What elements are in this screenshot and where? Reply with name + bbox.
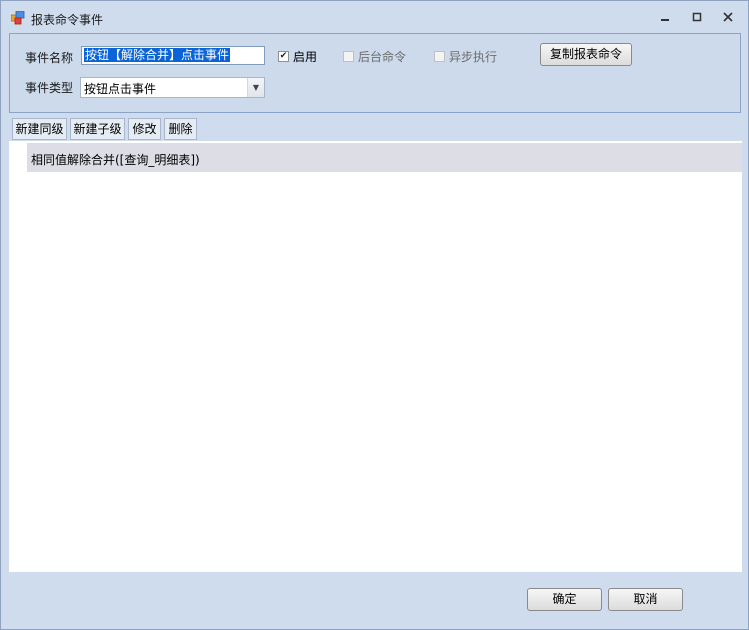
list-item[interactable]: 相同值解除合并([查询_明细表]) xyxy=(27,143,742,172)
minimize-icon xyxy=(661,19,669,21)
checkmark-icon: ✔ xyxy=(278,51,289,62)
ok-button[interactable]: 确定 xyxy=(527,588,602,611)
enabled-checkbox[interactable]: ✔ 启用 xyxy=(278,48,317,65)
event-type-select[interactable]: 按钮点击事件 ▼ xyxy=(80,77,265,98)
close-icon xyxy=(723,12,733,22)
maximize-icon xyxy=(692,12,702,22)
maximize-button[interactable] xyxy=(688,11,706,25)
list-item-label: 相同值解除合并([查询_明细表]) xyxy=(31,153,200,167)
minimize-button[interactable] xyxy=(656,11,674,25)
title-bar[interactable]: 报表命令事件 xyxy=(1,1,748,35)
dialog-window: 报表命令事件 事件名称 按钮【解除合并】点击事件 ✔ 启用 后台命令 异步执行 … xyxy=(0,0,749,630)
dialog-footer: 确定 取消 xyxy=(9,572,742,628)
event-settings-panel: 事件名称 按钮【解除合并】点击事件 ✔ 启用 后台命令 异步执行 复制报表命令 … xyxy=(9,33,741,113)
enabled-label: 启用 xyxy=(293,50,318,64)
background-command-checkbox[interactable]: 后台命令 xyxy=(343,48,406,65)
async-execute-checkbox[interactable]: 异步执行 xyxy=(434,48,497,65)
event-name-label: 事件名称 xyxy=(25,51,74,65)
app-window-icon xyxy=(11,11,25,25)
chevron-down-icon[interactable]: ▼ xyxy=(247,78,264,97)
event-type-label: 事件类型 xyxy=(25,81,74,95)
event-type-value: 按钮点击事件 xyxy=(84,82,157,96)
close-button[interactable] xyxy=(719,11,737,25)
new-child-button[interactable]: 新建子级 xyxy=(70,118,125,140)
event-name-value: 按钮【解除合并】点击事件 xyxy=(84,48,231,62)
window-title: 报表命令事件 xyxy=(31,13,104,27)
event-name-input[interactable]: 按钮【解除合并】点击事件 xyxy=(81,46,265,65)
delete-button[interactable]: 删除 xyxy=(164,118,197,140)
modify-button[interactable]: 修改 xyxy=(128,118,161,140)
new-sibling-button[interactable]: 新建同级 xyxy=(12,118,67,140)
background-command-label: 后台命令 xyxy=(358,50,407,64)
command-list[interactable]: 相同值解除合并([查询_明细表]) xyxy=(9,141,742,572)
cancel-button[interactable]: 取消 xyxy=(608,588,683,611)
async-execute-label: 异步执行 xyxy=(449,50,498,64)
copy-report-command-button[interactable]: 复制报表命令 xyxy=(540,43,632,66)
